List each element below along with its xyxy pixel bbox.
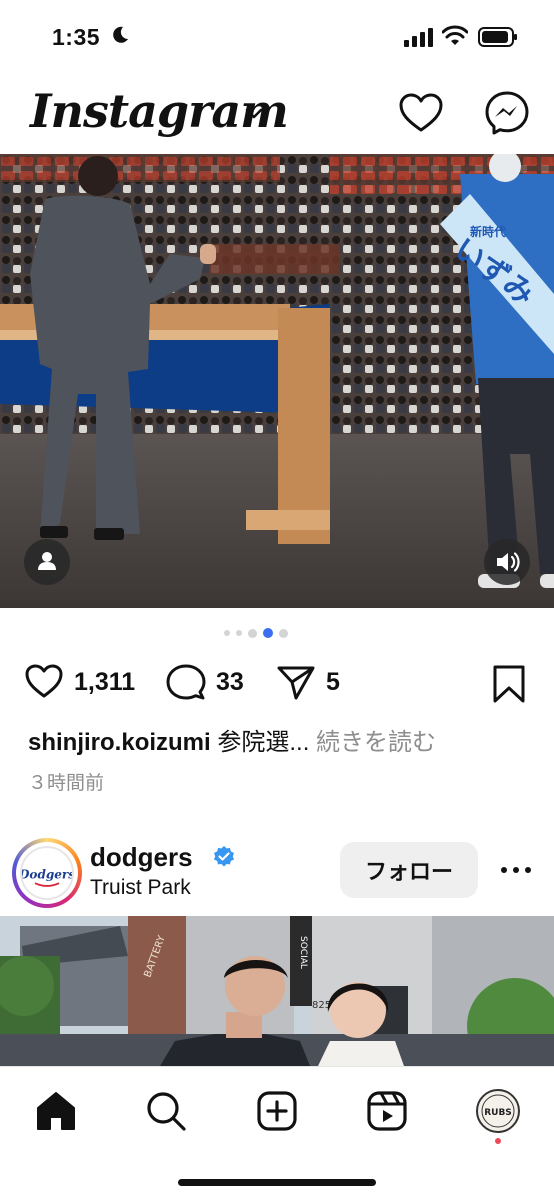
search-icon bbox=[147, 1092, 186, 1131]
speaker-icon bbox=[497, 552, 520, 572]
verified-badge-icon bbox=[214, 846, 234, 867]
post-timestamp: ３時間前 bbox=[28, 773, 105, 794]
carousel-dot bbox=[248, 628, 257, 638]
moon-icon bbox=[113, 26, 128, 43]
carousel-dot bbox=[224, 630, 230, 636]
carousel-dot-active bbox=[263, 628, 273, 638]
post-photo-image: いずみ 新時代 bbox=[0, 154, 554, 608]
paper-plane-icon bbox=[277, 666, 315, 700]
comment-count: 33 bbox=[216, 667, 244, 696]
nav-home[interactable] bbox=[34, 1089, 78, 1133]
story-ring[interactable]: Dodgers bbox=[12, 838, 82, 908]
reels-icon bbox=[367, 1091, 407, 1131]
nav-create[interactable] bbox=[255, 1089, 299, 1133]
post-action-bar: 1,311 33 5 bbox=[0, 656, 554, 706]
app-header: Instagram bbox=[0, 74, 554, 154]
post-location[interactable]: Truist Park bbox=[90, 876, 191, 900]
carousel-indicator bbox=[224, 628, 288, 638]
caption-username[interactable]: shinjiro.koizumi bbox=[28, 729, 211, 756]
status-bar: 1:35 bbox=[0, 0, 554, 74]
bottom-navigation: RUBS bbox=[0, 1066, 554, 1200]
like-count: 1,311 bbox=[74, 667, 136, 696]
create-icon bbox=[257, 1091, 297, 1131]
post-photo-image: SOCIAL BATTERY 825 bbox=[0, 916, 554, 1066]
carousel-dot bbox=[236, 630, 242, 636]
carousel-dot bbox=[279, 628, 288, 638]
post-header: Dodgers dodgers Truist Park フォロー bbox=[0, 830, 554, 916]
notification-dot bbox=[495, 1138, 501, 1144]
status-time: 1:35 bbox=[52, 24, 101, 50]
sound-toggle-button[interactable] bbox=[484, 539, 530, 585]
post-username[interactable]: dodgers bbox=[90, 842, 193, 873]
home-icon bbox=[37, 1092, 75, 1130]
nav-search[interactable] bbox=[144, 1089, 188, 1133]
nav-reels[interactable] bbox=[365, 1089, 409, 1133]
read-more-link[interactable]: 続きを読む bbox=[316, 729, 436, 756]
chevron-down-icon[interactable] bbox=[244, 106, 264, 120]
post-photo[interactable]: SOCIAL BATTERY 825 bbox=[0, 916, 554, 1066]
tagged-users-button[interactable] bbox=[24, 539, 70, 585]
avatar-text: Dodgers bbox=[20, 868, 74, 882]
post-caption: shinjiro.koizumi 参院選... 続きを読む bbox=[28, 722, 436, 757]
notifications-heart-icon[interactable] bbox=[398, 92, 444, 134]
cellular-signal-icon bbox=[404, 28, 433, 47]
sash-small-text: 新時代 bbox=[470, 224, 506, 239]
battery-icon bbox=[478, 27, 517, 47]
nav-profile-avatar[interactable]: RUBS bbox=[476, 1089, 520, 1133]
profile-avatar-image: RUBS bbox=[481, 1094, 515, 1128]
share-count: 5 bbox=[326, 667, 340, 696]
wifi-icon bbox=[442, 25, 468, 45]
follow-button[interactable]: フォロー bbox=[340, 842, 478, 898]
comment-button[interactable]: 33 bbox=[166, 662, 244, 702]
home-indicator bbox=[178, 1179, 376, 1186]
dodgers-avatar: Dodgers bbox=[20, 846, 74, 900]
like-button[interactable]: 1,311 bbox=[24, 662, 135, 702]
caption-text: 参院選... bbox=[217, 729, 310, 756]
messenger-icon[interactable] bbox=[484, 90, 530, 136]
more-options-icon[interactable] bbox=[496, 856, 536, 884]
share-button[interactable]: 5 bbox=[276, 662, 340, 702]
profile-avatar-text: RUBS bbox=[484, 1108, 512, 1118]
sign-text: SOCIAL bbox=[298, 936, 308, 969]
heart-icon bbox=[25, 664, 63, 698]
bookmark-icon[interactable] bbox=[490, 664, 528, 704]
person-icon bbox=[38, 552, 56, 570]
post-photo[interactable]: いずみ 新時代 bbox=[0, 154, 554, 608]
comment-icon bbox=[166, 664, 206, 700]
